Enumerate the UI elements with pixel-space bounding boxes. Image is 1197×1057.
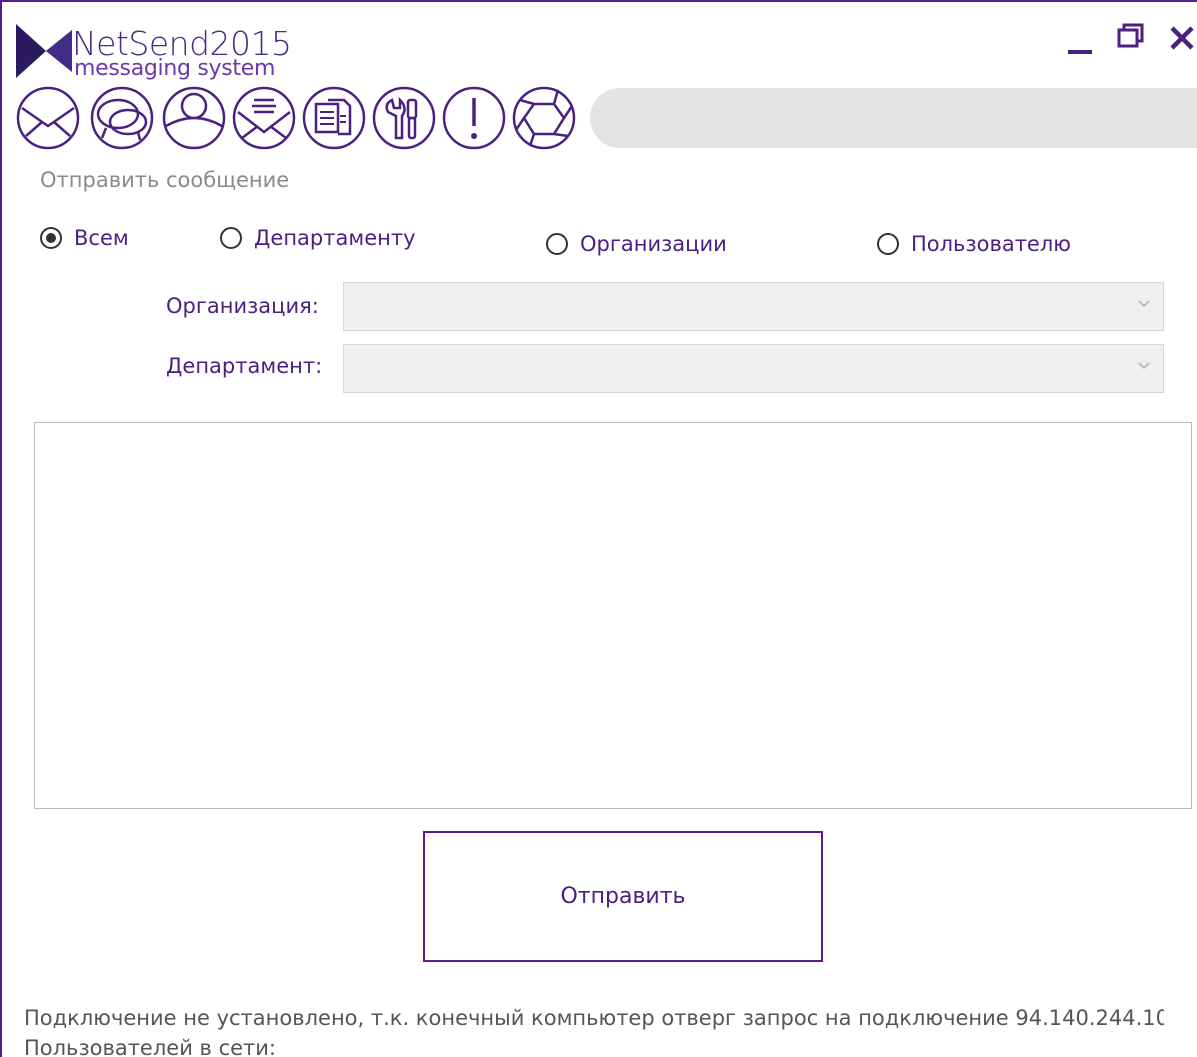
- chevron-down-icon: [1138, 362, 1150, 370]
- department-select[interactable]: [343, 344, 1164, 393]
- toolbar-chat-button[interactable]: [90, 86, 154, 150]
- app-window: NetSend2015 messaging system Отправить с…: [0, 0, 1197, 1057]
- recipient-radio-department[interactable]: Департаменту: [220, 223, 416, 253]
- restore-button[interactable]: [1114, 20, 1150, 56]
- news-icon: [232, 86, 296, 150]
- minimize-button[interactable]: [1062, 20, 1098, 56]
- tools-icon: [372, 86, 436, 150]
- close-button[interactable]: [1164, 20, 1197, 56]
- toolbar-mail-button[interactable]: [16, 86, 80, 150]
- toolbar-documents-button[interactable]: [302, 86, 366, 150]
- users-online-text: Пользователей в сети:: [24, 1036, 276, 1057]
- radio-indicator: [220, 227, 242, 249]
- connection-status-text: Подключение не установлено, т.к. конечны…: [24, 1006, 1164, 1030]
- toolbar-tools-button[interactable]: [372, 86, 436, 150]
- recipient-radio-organization[interactable]: Организации: [546, 229, 727, 259]
- radio-indicator: [877, 233, 899, 255]
- recipient-radio-user[interactable]: Пользователю: [877, 229, 1071, 259]
- chat-icon: [90, 86, 154, 150]
- toolbar-aperture-button[interactable]: [512, 86, 576, 150]
- radio-indicator: [546, 233, 568, 255]
- toolbar-news-button[interactable]: [232, 86, 296, 150]
- alert-icon: [442, 86, 506, 150]
- radio-label: Всем: [74, 226, 129, 250]
- department-label: Департамент:: [166, 354, 323, 378]
- radio-label: Пользователю: [911, 232, 1071, 256]
- aperture-icon: [512, 86, 576, 150]
- recipient-radio-all[interactable]: Всем: [40, 223, 129, 253]
- mail-icon: [16, 86, 80, 150]
- restore-icon: [1117, 23, 1144, 48]
- message-input[interactable]: [34, 422, 1192, 809]
- page-title: Отправить сообщение: [40, 168, 290, 192]
- organization-label: Организация:: [166, 294, 319, 318]
- chevron-down-icon: [1138, 300, 1150, 308]
- documents-icon: [302, 86, 366, 150]
- toolbar-user-button[interactable]: [162, 86, 226, 150]
- minimize-icon: [1068, 50, 1092, 54]
- send-button[interactable]: Отправить: [423, 831, 823, 962]
- close-icon: [1170, 26, 1194, 50]
- radio-indicator: [40, 227, 62, 249]
- radio-label: Организации: [580, 232, 727, 256]
- app-subtitle: messaging system: [74, 56, 276, 81]
- radio-label: Департаменту: [254, 226, 416, 250]
- organization-select[interactable]: [343, 282, 1164, 331]
- logo-mark-icon: [16, 24, 72, 78]
- connection-status-bar: [590, 88, 1197, 148]
- toolbar-alert-button[interactable]: [442, 86, 506, 150]
- user-icon: [162, 86, 226, 150]
- app-logo: NetSend2015 messaging system: [16, 24, 292, 84]
